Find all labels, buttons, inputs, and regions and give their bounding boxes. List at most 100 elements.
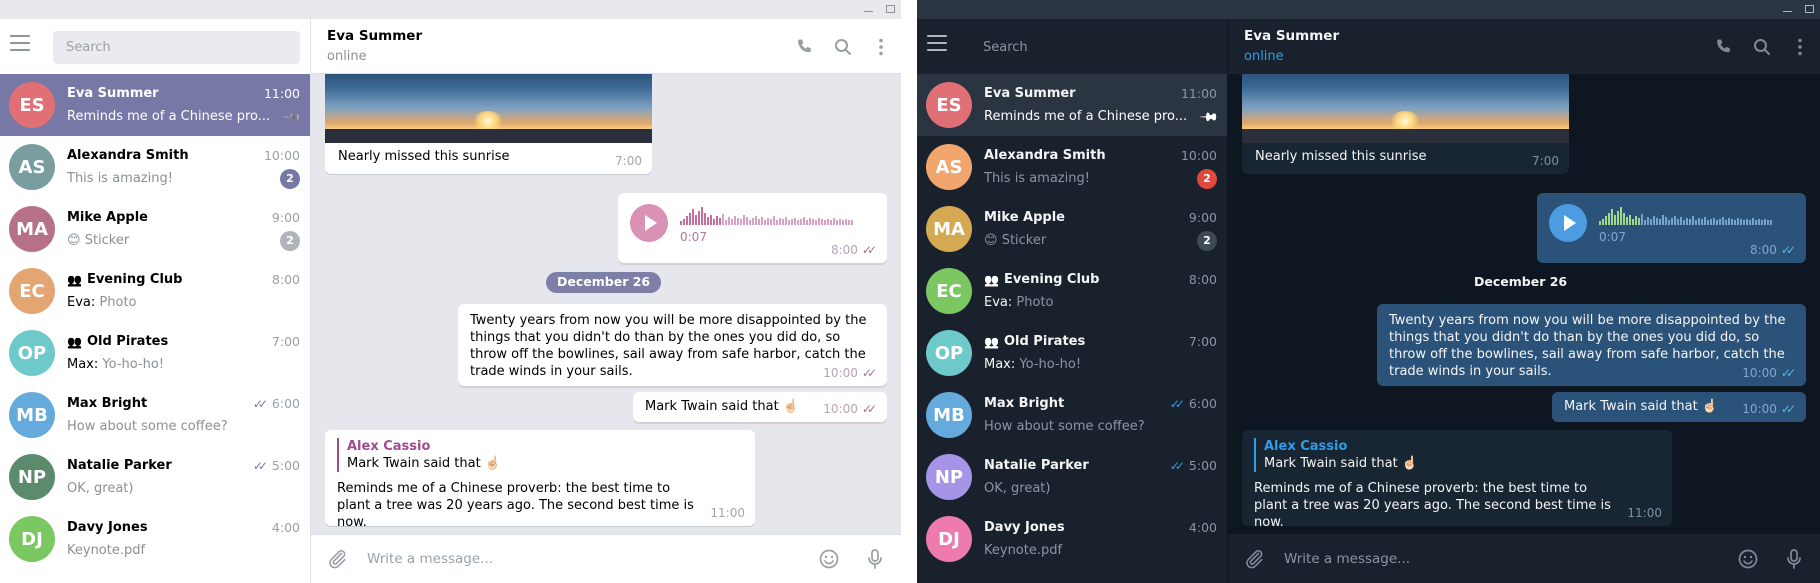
- hamburger-menu-icon[interactable]: [10, 35, 30, 51]
- sunrise-photo[interactable]: [1242, 74, 1569, 143]
- chat-name-text: Evening Club: [1003, 272, 1100, 287]
- reply-author: Alex Cassio: [347, 439, 431, 454]
- more-icon[interactable]: [1788, 35, 1812, 59]
- chat-name: 👥 Old Pirates: [984, 334, 1189, 349]
- search-input[interactable]: Search: [53, 31, 300, 64]
- message-time: 8:00 ✓✓: [831, 242, 877, 259]
- play-icon[interactable]: [630, 204, 668, 242]
- chat-name: Natalie Parker: [984, 458, 1170, 473]
- preview-text: Keynote.pdf: [984, 543, 1063, 558]
- search-icon[interactable]: [831, 35, 855, 59]
- chat-preview: Max: Yo-ho-ho!: [67, 357, 300, 372]
- read-check-icon: ✓✓: [861, 366, 877, 380]
- chat-list-item[interactable]: ES Eva Summer 11:00 Reminds me of a Chinese…: [0, 74, 310, 136]
- chat-item-body: Mike Apple 9:00 😊 Sticker 2: [67, 208, 300, 251]
- chat-item-body: Alexandra Smith 10:00 This is amazing! 2: [67, 146, 300, 189]
- phone-icon[interactable]: [793, 35, 817, 59]
- chat-item-body: Davy Jones 4:00 Keynote.pdf: [984, 518, 1217, 561]
- avatar: ES: [926, 82, 972, 128]
- message-time: 10:00 ✓✓: [1742, 401, 1796, 418]
- maximize-icon: [886, 5, 895, 13]
- minimize-button[interactable]: [857, 0, 879, 19]
- hamburger-menu-icon[interactable]: [927, 35, 947, 51]
- message-time: 8:00 ✓✓: [1750, 242, 1796, 259]
- chat-time: 5:00: [1188, 458, 1217, 473]
- play-icon[interactable]: [1549, 204, 1587, 242]
- read-check-icon: ✓✓: [1780, 402, 1796, 416]
- reply-quote[interactable]: Alex Cassio Mark Twain said that ☝🏻: [1254, 438, 1660, 472]
- chat-list-item[interactable]: DJ Davy Jones 4:00 Keynote.pdf: [0, 508, 310, 570]
- maximize-button[interactable]: [879, 0, 901, 19]
- chat-item-body: Natalie Parker ✓✓ 5:00 OK, great): [67, 456, 300, 499]
- chat-list-item[interactable]: EC 👥 Evening Club 8:00 Eva: Photo: [0, 260, 310, 322]
- minimize-icon: [864, 11, 873, 12]
- microphone-icon[interactable]: [863, 547, 887, 571]
- chat-list-item[interactable]: AS Alexandra Smith 10:00 This is amazing! 2: [917, 136, 1227, 198]
- chat-list-item[interactable]: AS Alexandra Smith 10:00 This is amazing! 2: [0, 136, 310, 198]
- voice-waveform[interactable]: [680, 207, 853, 225]
- maximize-icon: [1805, 5, 1814, 13]
- search-input[interactable]: Search: [970, 31, 1217, 64]
- minimize-icon: [1783, 11, 1792, 12]
- minimize-button[interactable]: [1776, 0, 1798, 19]
- chat-list-item[interactable]: MA Mike Apple 9:00 😊 Sticker 2: [0, 198, 310, 260]
- chat-time: 8:00: [271, 272, 300, 287]
- chat-name: Eva Summer: [984, 86, 1181, 101]
- chat-list-item[interactable]: OP 👥 Old Pirates 7:00 Max: Yo-ho-ho!: [0, 322, 310, 384]
- preview-text: Keynote.pdf: [67, 543, 146, 558]
- message-input[interactable]: Write a message...: [1284, 551, 1736, 567]
- maximize-button[interactable]: [1798, 0, 1820, 19]
- chat-name: 👥 Evening Club: [984, 272, 1189, 287]
- chat-list-item[interactable]: DJ Davy Jones 4:00 Keynote.pdf: [917, 508, 1227, 570]
- phone-icon[interactable]: [1712, 35, 1736, 59]
- reply-author: Alex Cassio: [1264, 439, 1348, 454]
- chat-list-item[interactable]: OP 👥 Old Pirates 7:00 Max: Yo-ho-ho!: [917, 322, 1227, 384]
- chat-preview: Keynote.pdf: [67, 543, 300, 558]
- chat-name: Davy Jones: [984, 520, 1189, 535]
- voice-duration: 0:07: [680, 230, 707, 244]
- chat-name: 👥 Old Pirates: [67, 334, 272, 349]
- chat-list-item[interactable]: EC 👥 Evening Club 8:00 Eva: Photo: [917, 260, 1227, 322]
- chat-name: Alexandra Smith: [67, 148, 264, 163]
- sunrise-photo[interactable]: [325, 74, 652, 143]
- header-actions: [793, 35, 893, 59]
- message-time: 10:00 ✓✓: [1742, 365, 1796, 382]
- quote-message: Twenty years from now you will be more d…: [1377, 304, 1806, 386]
- search-icon[interactable]: [1750, 35, 1774, 59]
- chat-item-body: 👥 Evening Club 8:00 Eva: Photo: [67, 270, 300, 313]
- attribution-message: Mark Twain said that ☝🏻 10:00 ✓✓: [633, 392, 887, 422]
- chat-list-item[interactable]: MB Max Bright ✓✓ 6:00 How about some coffee?: [0, 384, 310, 446]
- preview-text: Photo: [1016, 295, 1054, 310]
- chat-list-item[interactable]: MA Mike Apple 9:00 😊 Sticker 2: [917, 198, 1227, 260]
- chat-list-item[interactable]: MB Max Bright ✓✓ 6:00 How about some coffee?: [917, 384, 1227, 446]
- emoji-icon: 😊: [984, 233, 998, 248]
- avatar: MA: [9, 206, 55, 252]
- more-icon[interactable]: [869, 35, 893, 59]
- emoji-icon[interactable]: [1736, 547, 1760, 571]
- message-composer: Write a message...: [1228, 534, 1820, 583]
- preview-text: Sticker: [1001, 233, 1047, 248]
- dark-window: Search ES Eva Summer 11:00 Reminds me of a C…: [917, 0, 1820, 583]
- sidebar-top: Search: [0, 19, 310, 74]
- chat-list-item[interactable]: ES Eva Summer 11:00 Reminds me of a Chinese…: [917, 74, 1227, 136]
- preview-text: Photo: [99, 295, 137, 310]
- preview-text: Reminds me of a Chinese pro...: [984, 109, 1188, 124]
- message-list: Nearly missed this sunrise 7:00 0:07 8:00 ✓✓…: [1228, 74, 1820, 534]
- voice-waveform[interactable]: [1599, 207, 1772, 225]
- light-window: Search ES Eva Summer 11:00 Reminds me of a C…: [0, 0, 901, 583]
- chat-time: 9:00: [1188, 210, 1217, 225]
- emoji-icon[interactable]: [817, 547, 841, 571]
- chat-list-item[interactable]: NP Natalie Parker ✓✓ 5:00 OK, great): [917, 446, 1227, 508]
- voice-message: 0:07 8:00 ✓✓: [1537, 193, 1806, 263]
- preview-text: This is amazing!: [984, 171, 1090, 186]
- chat-name-text: Natalie Parker: [67, 458, 172, 473]
- chat-name-text: Old Pirates: [86, 334, 169, 349]
- attach-icon[interactable]: [1242, 547, 1266, 571]
- message-input[interactable]: Write a message...: [367, 551, 817, 567]
- microphone-icon[interactable]: [1782, 547, 1806, 571]
- reply-quote[interactable]: Alex Cassio Mark Twain said that ☝🏻: [337, 438, 743, 472]
- chat-list-item[interactable]: NP Natalie Parker ✓✓ 5:00 OK, great): [0, 446, 310, 508]
- chat-name-text: Max Bright: [67, 396, 148, 411]
- attach-icon[interactable]: [325, 547, 349, 571]
- chat-preview: This is amazing!: [67, 171, 280, 186]
